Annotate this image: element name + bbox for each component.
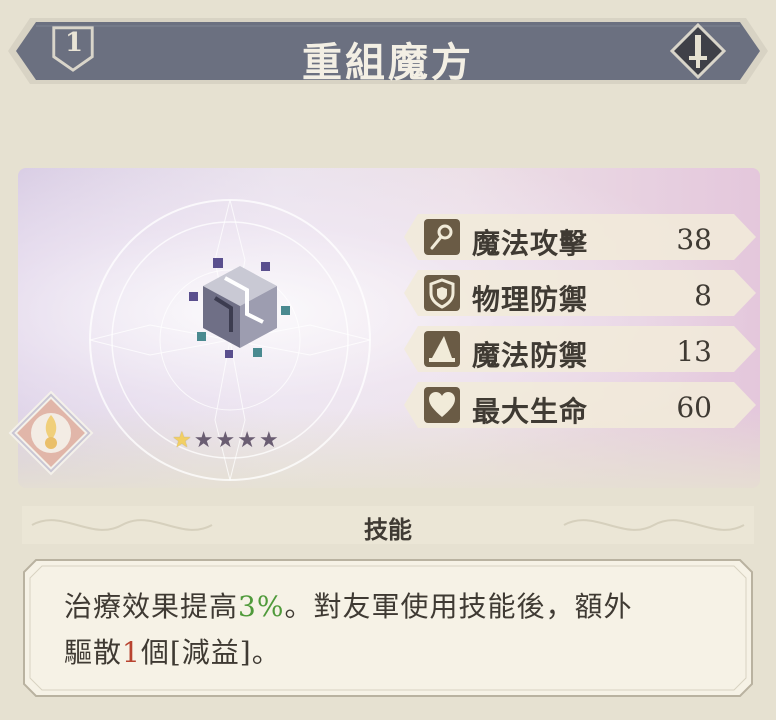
wand-icon <box>424 219 460 255</box>
rarity-stars: ★ ★ ★ ★ ★ <box>172 430 279 452</box>
stat-label: 魔法防禦 <box>472 339 589 372</box>
star-icon: ★ <box>258 428 279 453</box>
skill-text-part: 治療效果提高 <box>64 590 239 623</box>
star-icon: ★ <box>215 428 236 453</box>
stat-value: 8 <box>694 279 712 312</box>
heart-icon <box>424 387 460 423</box>
stat-max-hp: 最大生命 60 <box>404 382 756 428</box>
stat-label: 魔法攻擊 <box>472 227 589 260</box>
skill-text-part: 驅散 <box>64 636 123 669</box>
stat-value: 38 <box>676 223 712 256</box>
stat-magic-attack: 魔法攻擊 38 <box>404 214 756 260</box>
skill-highlight-count: 1 <box>122 636 141 669</box>
stat-magic-defense: 魔法防禦 13 <box>404 326 756 372</box>
skill-header-label: 技能 <box>364 515 412 544</box>
stat-physical-defense: 物理防禦 8 <box>404 270 756 316</box>
skill-description-box: 治療效果提高3%。對友軍使用技能後，額外 驅散1個[減益]。 <box>22 558 754 698</box>
skill-description: 治療效果提高3%。對友軍使用技能後，額外 驅散1個[減益]。 <box>64 584 734 676</box>
skill-text-part: 。對友軍使用技能後，額外 <box>284 590 633 623</box>
stat-value: 13 <box>676 335 712 368</box>
lotus-emblem-icon <box>8 390 94 476</box>
stat-label: 最大生命 <box>472 395 589 428</box>
star-icon: ★ <box>172 428 192 453</box>
star-icon: ★ <box>193 428 214 453</box>
sword-icon[interactable] <box>670 23 726 79</box>
title-banner: 1 重組魔方 <box>8 14 768 88</box>
skill-highlight-value: 3% <box>238 590 285 623</box>
skill-header: 技能 <box>22 502 754 548</box>
star-icon: ★ <box>237 428 257 453</box>
shield-icon <box>424 275 460 311</box>
item-title: 重組魔方 <box>302 39 474 86</box>
stat-value: 60 <box>676 391 712 424</box>
magic-cube-image <box>189 258 290 358</box>
skill-text-part: 個[減益]。 <box>140 636 281 669</box>
wizard-hat-icon <box>424 331 460 367</box>
stat-label: 物理防禦 <box>472 283 589 316</box>
